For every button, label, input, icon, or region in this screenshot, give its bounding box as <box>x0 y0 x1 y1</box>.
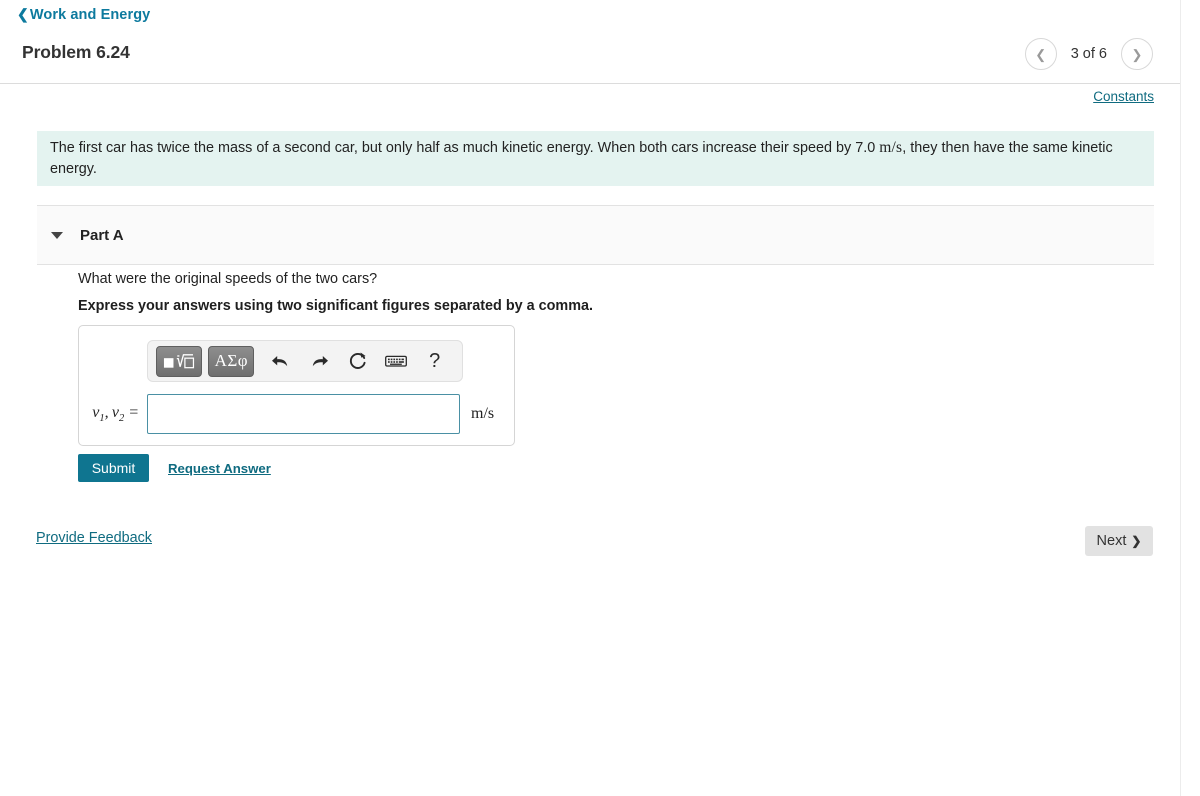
part-a-label: Part A <box>80 226 124 244</box>
constants-row: Constants <box>0 88 1154 106</box>
template-radical-button[interactable] <box>156 345 203 377</box>
answer-input[interactable] <box>147 394 460 434</box>
chevron-left-icon: ❮ <box>1035 46 1047 62</box>
provide-feedback-link[interactable]: Provide Feedback <box>36 530 152 546</box>
part-a-instruction: Express your answers using two significa… <box>78 298 594 314</box>
problem-statement: The first car has twice the mass of a se… <box>37 131 1154 187</box>
undo-icon[interactable] <box>266 346 295 376</box>
statement-unit: m/s <box>879 139 903 156</box>
equals-sign: = <box>128 403 139 421</box>
request-answer-link[interactable]: Request Answer <box>168 461 271 476</box>
problem-statement-text: The first car has twice the mass of a se… <box>50 137 1141 180</box>
caret-down-icon <box>51 231 63 239</box>
part-a-header[interactable]: Part A <box>37 205 1154 265</box>
page-title: Problem 6.24 <box>22 42 130 62</box>
title-row: Problem 6.24 ❮ 3 of 6 ❯ <box>0 34 1181 84</box>
help-icon-label: ? <box>429 349 441 372</box>
answer-variable-label: v1, v2 = <box>92 403 139 425</box>
reset-icon[interactable] <box>343 346 372 376</box>
greek-symbols-button[interactable]: ΑΣφ <box>208 345 255 377</box>
answer-unit-label: m/s <box>471 405 495 422</box>
submit-button[interactable]: Submit <box>78 454 149 482</box>
next-problem-button[interactable]: ❯ <box>1121 38 1153 70</box>
radical-template-icon <box>163 353 195 368</box>
statement-part-1: The first car has twice the mass of a se… <box>50 140 876 156</box>
footer-divider <box>0 512 1181 513</box>
keyboard-icon[interactable] <box>382 346 411 376</box>
part-a-question: What were the original speeds of the two… <box>78 271 378 287</box>
breadcrumb-back-link[interactable]: ❮Work and Energy <box>17 6 150 23</box>
help-icon[interactable]: ? <box>420 346 449 376</box>
var-2-base: v <box>111 403 119 421</box>
problem-page: ❮Work and Energy Problem 6.24 ❮ 3 of 6 ❯… <box>0 0 1200 796</box>
var-2-sub: 2 <box>118 413 125 425</box>
problem-pager: ❮ 3 of 6 ❯ <box>1024 38 1153 70</box>
chevron-left-icon: ❮ <box>17 6 29 22</box>
pager-label: 3 of 6 <box>1070 46 1107 62</box>
constants-link[interactable]: Constants <box>1093 89 1154 104</box>
answer-panel: ΑΣφ ? v1, v2 = m/s <box>78 325 515 446</box>
answer-input-row: v1, v2 = m/s <box>79 394 516 434</box>
next-button[interactable]: Next ❯ <box>1085 526 1153 556</box>
chevron-right-icon: ❯ <box>1131 534 1142 548</box>
breadcrumb-label: Work and Energy <box>29 7 151 23</box>
redo-icon[interactable] <box>305 346 334 376</box>
chevron-right-icon: ❯ <box>1131 46 1143 62</box>
prev-problem-button[interactable]: ❮ <box>1024 38 1057 70</box>
next-button-label: Next <box>1096 533 1127 549</box>
greek-symbols-label: ΑΣφ <box>214 351 249 370</box>
page-right-edge <box>1180 0 1181 796</box>
math-toolbar: ΑΣφ ? <box>147 340 463 382</box>
